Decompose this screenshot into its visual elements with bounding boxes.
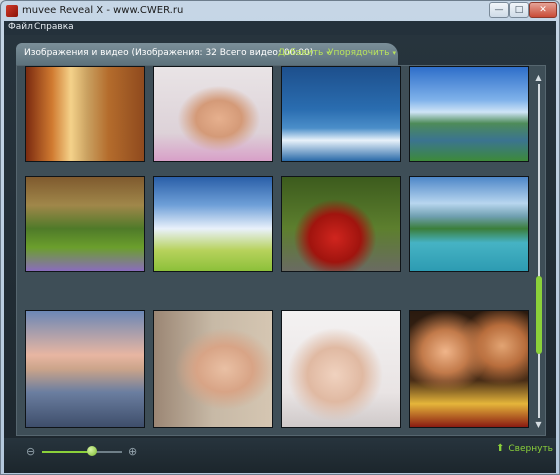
- thumbnail-photo-woman-bikini[interactable]: [153, 310, 273, 428]
- bottom-bar: ⊖ ⊕ ⬆ Свернуть: [4, 438, 556, 473]
- thumbnail-photo-dolphin[interactable]: [281, 66, 401, 162]
- scroll-track[interactable]: [538, 84, 540, 418]
- media-gallery: [16, 65, 546, 436]
- thumbnail-photo-euro-banknotes[interactable]: [25, 66, 145, 162]
- zoom-in-icon[interactable]: ⊕: [128, 445, 137, 458]
- collapse-label: Свернуть: [508, 444, 553, 454]
- window-title: muvee Reveal X - www.CWER.ru: [22, 5, 184, 16]
- sort-label: Упорядочить: [328, 48, 390, 58]
- arrow-up-icon: ⬆: [496, 443, 505, 454]
- app-logo-icon: [6, 5, 18, 17]
- gallery-scrollbar[interactable]: ▲ ▼: [534, 73, 543, 429]
- thumbnail-photo-mountain-lake[interactable]: [409, 176, 529, 272]
- title-bar[interactable]: muvee Reveal X - www.CWER.ru — □ ✕: [1, 1, 559, 21]
- zoom-slider-handle[interactable]: [86, 446, 97, 456]
- add-media-label: Добавить: [278, 48, 324, 58]
- minimize-button[interactable]: —: [489, 2, 509, 18]
- add-media-button[interactable]: Добавить ▾: [278, 48, 330, 58]
- scroll-thumb[interactable]: [536, 276, 542, 354]
- menu-file[interactable]: Файл: [8, 22, 33, 32]
- chevron-down-icon: ▾: [392, 49, 396, 57]
- maximize-button[interactable]: □: [509, 2, 529, 18]
- thumbnail-photo-forest-flowers[interactable]: [25, 176, 145, 272]
- close-button[interactable]: ✕: [529, 2, 557, 18]
- sort-button[interactable]: Упорядочить ▾: [328, 48, 396, 58]
- thumbnail-photo-woman-lingerie[interactable]: [281, 310, 401, 428]
- app-window: muvee Reveal X - www.CWER.ru — □ ✕ Файл …: [0, 0, 560, 475]
- main-area: Изображения и видео (Изображения: 32 Все…: [4, 35, 556, 473]
- thumbnail-photo-woman-pink[interactable]: [153, 66, 273, 162]
- thumbnail-photo-sky-field[interactable]: [153, 176, 273, 272]
- zoom-slider-fill: [42, 451, 92, 453]
- media-tab: Изображения и видео (Изображения: 32 Все…: [16, 43, 398, 65]
- thumbnail-photo-red-sports-car[interactable]: [281, 176, 401, 272]
- scroll-up-icon[interactable]: ▲: [534, 73, 543, 82]
- menu-help[interactable]: Справка: [34, 22, 74, 32]
- zoom-slider[interactable]: [42, 446, 122, 456]
- menu-bar: Файл Справка: [4, 21, 556, 35]
- thumbnail-photo-couple-popcorn[interactable]: [409, 310, 529, 428]
- collapse-button[interactable]: ⬆ Свернуть: [496, 443, 553, 454]
- media-tab-title: Изображения и видео (Изображения: 32 Все…: [24, 48, 314, 58]
- zoom-out-icon[interactable]: ⊖: [26, 445, 35, 458]
- thumbnail-photo-sailboats-sunset[interactable]: [25, 310, 145, 428]
- thumbnail-photo-windmill-lake[interactable]: [409, 66, 529, 162]
- scroll-down-icon[interactable]: ▼: [534, 420, 543, 429]
